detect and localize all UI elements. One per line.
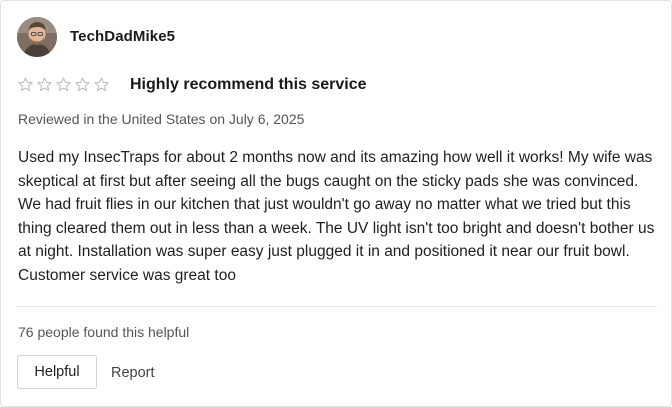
reviewer-name[interactable]: TechDadMike5	[70, 28, 175, 45]
review-body: Used my InsecTraps for about 2 months no…	[18, 149, 655, 284]
helpful-count: 76 people found this helpful	[18, 324, 190, 340]
review-date: Reviewed in the United States on July 6,…	[18, 111, 305, 127]
star-outline-icon	[94, 77, 109, 91]
star-outline-icon	[18, 77, 33, 91]
divider	[17, 306, 657, 307]
star-rating	[17, 76, 110, 93]
avatar-photo	[17, 17, 57, 57]
star-outline-icon	[37, 77, 52, 91]
star-outline-icon	[56, 77, 71, 91]
star-outline-icon	[75, 77, 90, 91]
avatar[interactable]	[17, 17, 57, 57]
report-link[interactable]: Report	[111, 365, 155, 381]
helpful-button[interactable]: Helpful	[17, 355, 97, 389]
review-card: TechDadMike5 Highly recommend this servi…	[0, 0, 672, 407]
review-title[interactable]: Highly recommend this service	[130, 76, 367, 94]
